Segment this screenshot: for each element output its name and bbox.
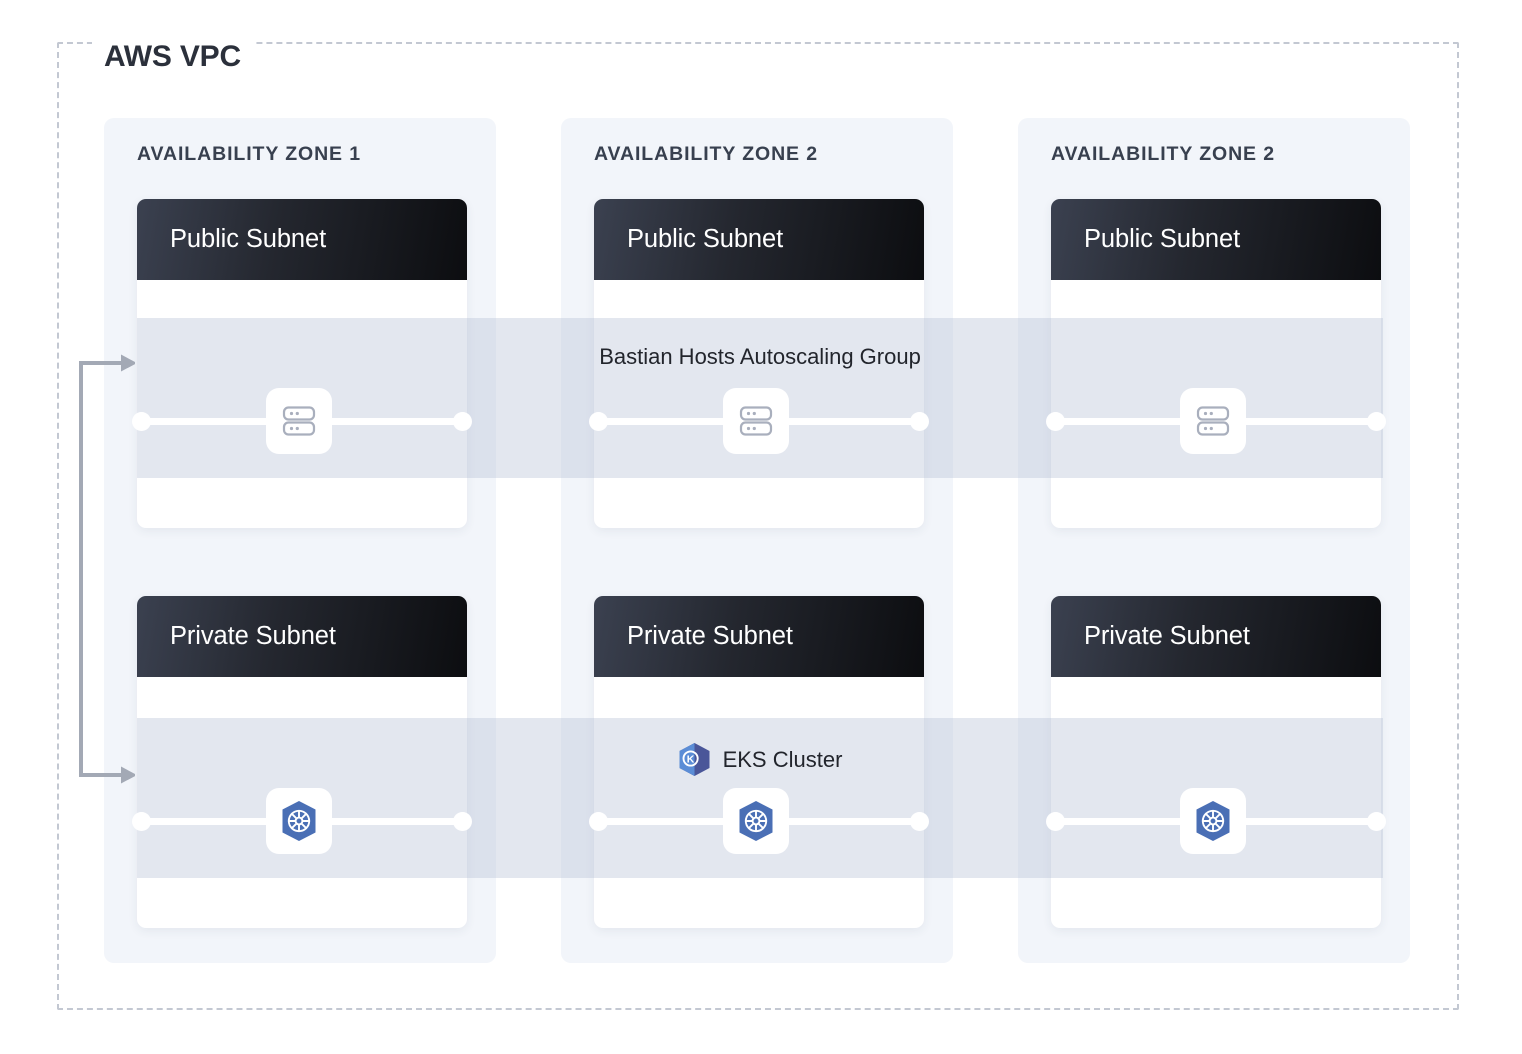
rail-endpoint-dot	[910, 412, 929, 431]
availability-zone-label-3: AVAILABILITY ZONE 2	[1051, 143, 1275, 166]
rail-endpoint-dot	[910, 812, 929, 831]
vpc-title: AWS VPC	[92, 36, 253, 78]
server-icon	[1193, 401, 1233, 441]
private-subnet-title-zone-3: Private Subnet	[1084, 622, 1250, 651]
public-subnet-header-zone-2: Public Subnet	[594, 199, 924, 280]
private-subnet-title-zone-2: Private Subnet	[627, 622, 793, 651]
rail-endpoint-dot	[132, 812, 151, 831]
ingress-bracket-arrows	[73, 353, 135, 785]
kubernetes-node-zone-1	[266, 788, 332, 854]
eks-icon: K	[678, 742, 711, 777]
public-subnet-title-zone-3: Public Subnet	[1084, 225, 1240, 254]
rail-endpoint-dot	[1367, 812, 1386, 831]
public-subnet-title-zone-1: Public Subnet	[170, 225, 326, 254]
server-icon	[736, 401, 776, 441]
server-icon	[279, 401, 319, 441]
private-subnet-header-zone-2: Private Subnet	[594, 596, 924, 677]
private-subnet-header-zone-1: Private Subnet	[137, 596, 467, 677]
rail-endpoint-dot	[453, 412, 472, 431]
bastion-host-node-zone-1	[266, 388, 332, 454]
private-subnet-title-zone-1: Private Subnet	[170, 622, 336, 651]
rail-endpoint-dot	[1367, 412, 1386, 431]
kubernetes-icon	[278, 799, 320, 843]
public-subnet-title-zone-2: Public Subnet	[627, 225, 783, 254]
rail-endpoint-dot	[1046, 412, 1065, 431]
kubernetes-node-zone-3	[1180, 788, 1246, 854]
arrow-head-icon	[121, 355, 135, 372]
arrow-head-icon	[121, 767, 135, 784]
kubernetes-node-zone-2	[723, 788, 789, 854]
rail-endpoint-dot	[453, 812, 472, 831]
availability-zone-label-1: AVAILABILITY ZONE 1	[137, 143, 361, 166]
svg-text:K: K	[686, 754, 694, 766]
eks-cluster-label: EKS Cluster	[723, 745, 843, 775]
kubernetes-icon	[1192, 799, 1234, 843]
rail-endpoint-dot	[589, 812, 608, 831]
rail-endpoint-dot	[1046, 812, 1065, 831]
rail-endpoint-dot	[589, 412, 608, 431]
bastion-host-node-zone-3	[1180, 388, 1246, 454]
public-subnet-header-zone-3: Public Subnet	[1051, 199, 1381, 280]
kubernetes-icon	[735, 799, 777, 843]
eks-cluster-label-group: K EKS Cluster	[137, 742, 1383, 777]
availability-zone-label-2: AVAILABILITY ZONE 2	[594, 143, 818, 166]
bastion-host-node-zone-2	[723, 388, 789, 454]
diagram-canvas: AWS VPC AVAILABILITY ZONE 1 AVAILABILITY…	[0, 0, 1522, 1054]
public-subnet-header-zone-1: Public Subnet	[137, 199, 467, 280]
private-subnet-header-zone-3: Private Subnet	[1051, 596, 1381, 677]
bastion-hosts-label: Bastian Hosts Autoscaling Group	[137, 342, 1383, 372]
